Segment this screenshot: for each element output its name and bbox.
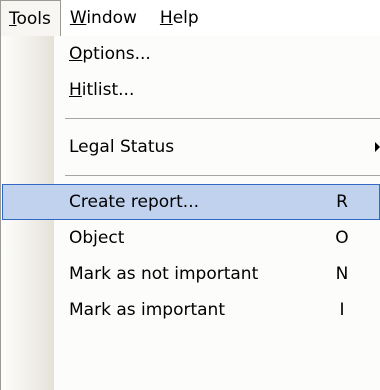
menu-tools-mnemonic: T — [9, 9, 17, 29]
options-text-post: ptions... — [82, 44, 151, 64]
menu-item-mark-not-important-label: Mark as not important — [69, 264, 259, 284]
menu-item-hitlist-label: Hitlist... — [69, 80, 134, 100]
menu-item-create-report-label: Create report... — [69, 192, 200, 212]
menu-bar: Tools Window Help — [0, 0, 380, 37]
menu-item-object-label: Object — [69, 228, 125, 248]
menu-item-create-report-shortcut: R — [336, 192, 348, 212]
menu-help-mnemonic: H — [159, 8, 173, 28]
menu-separator — [65, 175, 380, 176]
menu-item-mark-important[interactable]: Mark as important I — [2, 292, 380, 328]
menu-window-text-post: indow — [86, 8, 137, 28]
menu-window[interactable]: Window — [61, 0, 151, 37]
hitlist-text-post: itlist... — [81, 80, 135, 100]
menu-item-mark-not-important[interactable]: Mark as not important N — [2, 256, 380, 292]
menu-tools[interactable]: Tools — [0, 0, 61, 37]
menu-item-hitlist[interactable]: Hitlist... — [2, 72, 380, 108]
menu-item-mark-important-label: Mark as important — [69, 300, 225, 320]
menu-item-create-report[interactable]: Create report... R — [2, 184, 380, 220]
options-mnemonic: O — [69, 44, 83, 64]
hitlist-mnemonic: H — [69, 80, 82, 100]
menu-tools-text-post: ools — [16, 9, 51, 29]
menu-item-mark-not-important-shortcut: N — [335, 264, 349, 284]
menu-item-options-label: Options... — [69, 44, 151, 64]
menu-item-object[interactable]: Object O — [2, 220, 380, 256]
tools-dropdown-menu: Options... Hitlist... Legal Status Creat… — [0, 36, 380, 390]
menu-help-text-post: elp — [172, 8, 199, 28]
menu-window-mnemonic: W — [69, 8, 87, 28]
menu-help[interactable]: Help — [151, 0, 213, 37]
menu-separator — [65, 118, 380, 119]
menu-item-object-shortcut: O — [335, 228, 349, 248]
submenu-arrow-icon — [375, 142, 380, 152]
menu-item-legal-status-label: Legal Status — [69, 137, 175, 157]
menu-item-legal-status[interactable]: Legal Status — [2, 129, 380, 165]
menu-item-mark-important-shortcut: I — [339, 300, 345, 320]
menu-item-options[interactable]: Options... — [2, 36, 380, 72]
